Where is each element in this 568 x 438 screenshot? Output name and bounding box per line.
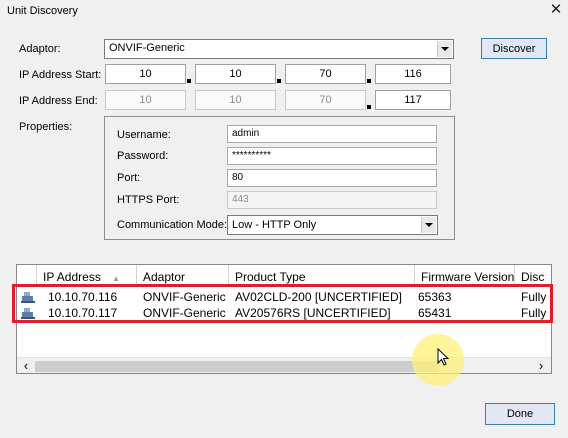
comm-mode-label: Communication Mode: bbox=[117, 219, 228, 231]
password-label: Password: bbox=[117, 150, 169, 162]
adaptor-label: Adaptor: bbox=[19, 43, 61, 55]
ip-end-octet-2: 10 bbox=[195, 90, 276, 110]
comm-mode-value: Low - HTTP Only bbox=[232, 219, 317, 231]
https-port-input: 443 bbox=[227, 191, 437, 209]
adaptor-dropdown-button[interactable] bbox=[437, 41, 452, 57]
ip-start-octet-2[interactable]: 10 bbox=[195, 64, 276, 84]
chevron-down-icon bbox=[425, 223, 433, 227]
ip-end-label: IP Address End: bbox=[19, 95, 98, 107]
password-input[interactable]: ********** bbox=[227, 147, 437, 165]
comm-mode-dropdown[interactable]: Low - HTTP Only bbox=[227, 215, 438, 235]
comm-mode-dropdown-button[interactable] bbox=[421, 217, 436, 233]
chevron-down-icon bbox=[441, 47, 449, 51]
scroll-right-icon[interactable]: › bbox=[535, 358, 547, 373]
discover-button[interactable]: Discover bbox=[481, 38, 547, 59]
https-port-label: HTTPS Port: bbox=[117, 194, 180, 206]
horizontal-scrollbar[interactable]: ‹ › bbox=[17, 357, 551, 373]
close-icon[interactable]: ✕ bbox=[546, 1, 566, 19]
ip-start-octet-4[interactable]: 116 bbox=[375, 64, 451, 84]
window-title: Unit Discovery bbox=[7, 5, 78, 17]
highlight-box bbox=[12, 284, 553, 323]
port-input[interactable]: 80 bbox=[227, 169, 437, 187]
scroll-left-icon[interactable]: ‹ bbox=[20, 358, 32, 373]
ip-separator bbox=[367, 79, 371, 83]
username-label: Username: bbox=[117, 129, 171, 141]
title-bar bbox=[0, 0, 568, 22]
ip-start-octet-1[interactable]: 10 bbox=[105, 64, 186, 84]
ip-end-octet-1: 10 bbox=[105, 90, 186, 110]
sort-ascending-icon: ▲ bbox=[112, 274, 121, 283]
ip-start-label: IP Address Start: bbox=[19, 69, 102, 81]
ip-separator bbox=[367, 105, 371, 109]
ip-start-octet-3[interactable]: 70 bbox=[285, 64, 366, 84]
ip-end-octet-3: 70 bbox=[285, 90, 366, 110]
adaptor-dropdown[interactable]: ONVIF-Generic bbox=[104, 39, 454, 59]
scrollbar-thumb[interactable] bbox=[35, 361, 439, 372]
adaptor-value: ONVIF-Generic bbox=[109, 42, 185, 54]
mouse-cursor-icon bbox=[437, 347, 451, 368]
username-input[interactable]: admin bbox=[227, 125, 437, 143]
ip-end-octet-4[interactable]: 117 bbox=[375, 90, 451, 110]
done-button[interactable]: Done bbox=[485, 403, 555, 425]
port-label: Port: bbox=[117, 172, 141, 184]
ip-separator bbox=[277, 79, 281, 83]
properties-label: Properties: bbox=[19, 121, 73, 133]
ip-separator bbox=[187, 79, 191, 83]
